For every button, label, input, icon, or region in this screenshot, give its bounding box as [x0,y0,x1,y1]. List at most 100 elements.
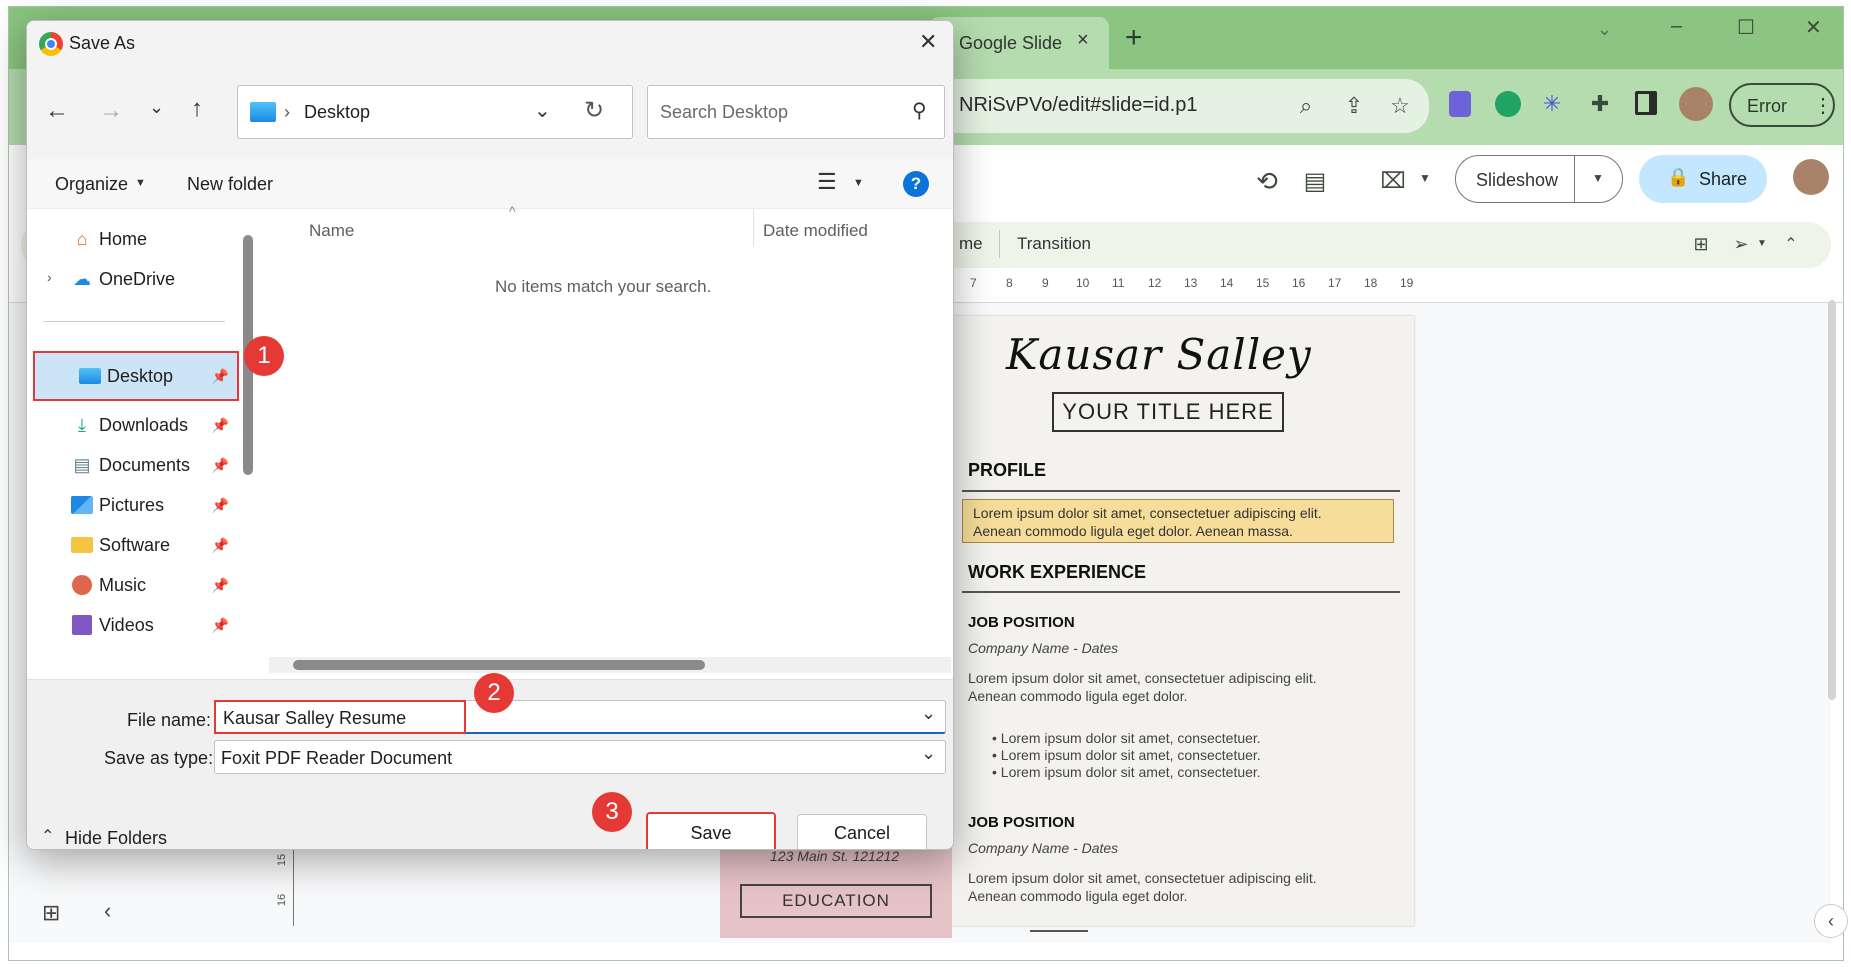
sort-arrow-icon: ^ [509,203,516,219]
ruler-labels: 7 8 9 10 11 12 13 14 15 16 17 18 19 [970,276,1420,296]
chevron-down-icon[interactable]: ⌄ [921,743,936,764]
pin-icon[interactable]: 📌 [212,368,229,385]
title-box: YOUR TITLE HERE [1052,392,1284,432]
comments-icon[interactable]: ▤ [1297,163,1333,199]
file-name-label: File name: [127,710,211,731]
job1-company: Company Name - Dates [968,640,1118,656]
nav-item-videos[interactable]: Videos 📌 [27,603,237,647]
hide-folders-button[interactable]: Hide Folders [65,828,167,849]
close-window-icon[interactable]: ✕ [1805,15,1822,40]
meet-camera-icon[interactable]: ⌧ [1375,163,1411,199]
bullet-item: • Lorem ipsum dolor sit amet, consectetu… [992,747,1261,763]
nav-item-pictures[interactable]: Pictures 📌 [27,483,237,527]
collapse-panel-icon[interactable]: ‹ [104,898,111,924]
ruler-tick: 13 [1184,276,1197,290]
resume-slide[interactable]: Kausar Salley YOUR TITLE HERE PROFILE Lo… [948,316,1414,926]
pin-icon[interactable]: 📌 [212,417,229,434]
maximize-icon[interactable]: ☐ [1737,15,1755,40]
extension-d-icon[interactable] [1449,91,1471,117]
desktop-folder-icon [77,365,103,387]
share-label: Share [1699,169,1747,190]
chevron-down-icon[interactable]: ⌄ [534,98,551,123]
column-header-date[interactable]: Date modified [763,221,868,241]
grid-view-icon[interactable]: ⊞ [42,900,60,926]
share-button[interactable]: 🔒 Share [1639,155,1767,203]
select-pointer-icon[interactable]: ➢ [1727,230,1755,258]
pointer-dropdown-icon[interactable]: ▼ [1757,238,1767,249]
back-arrow-icon[interactable]: ← [45,97,69,125]
error-button[interactable]: Error ⋮ [1729,83,1835,127]
nav-item-documents[interactable]: ▤ Documents 📌 [27,443,237,487]
vertical-scrollbar[interactable] [1828,300,1836,700]
breadcrumb-desktop[interactable]: Desktop [304,102,370,123]
nav-divider [43,321,225,322]
chevron-up-icon[interactable]: ⌃ [41,826,54,846]
new-folder-button[interactable]: New folder [187,174,273,195]
search-input[interactable]: Search Desktop ⚲ [647,85,945,139]
work-rule [962,591,1400,593]
pin-icon[interactable]: 📌 [212,537,229,554]
insert-image-icon[interactable]: ⊞ [1687,230,1715,258]
bookmark-star-icon[interactable]: ☆ [1385,91,1415,121]
pin-icon[interactable]: 📌 [212,457,229,474]
collapse-icon[interactable]: ⌃ [1777,230,1805,258]
horizontal-scrollbar-thumb[interactable] [293,660,705,670]
breadcrumb[interactable]: › Desktop ⌄ ↻ [237,85,633,139]
refresh-icon[interactable]: ↻ [584,96,604,125]
slideshow-dropdown-icon[interactable]: ▼ [1592,171,1604,185]
organize-button[interactable]: Organize [55,174,128,195]
up-arrow-icon[interactable]: ↑ [191,95,203,123]
help-icon[interactable]: ? [903,171,929,197]
side-panel-icon[interactable] [1635,91,1657,115]
chevron-right-icon[interactable]: › [47,269,52,285]
cancel-button[interactable]: Cancel [797,814,927,850]
nav-item-software[interactable]: Software 📌 [27,523,237,567]
column-header-name[interactable]: Name [309,221,354,241]
close-icon[interactable]: ✕ [919,29,937,55]
toolbar-divider [999,230,1000,258]
address-bar[interactable]: NRiSvPVo/edit#slide=id.p1 ⌕ ⇪ ☆ [909,79,1429,133]
file-name-field[interactable]: Kausar Salley Resume ⌄ [214,700,946,734]
forward-arrow-icon[interactable]: → [99,97,123,125]
pin-icon[interactable]: 📌 [212,617,229,634]
share-page-icon[interactable]: ⇪ [1339,91,1369,121]
nav-item-music[interactable]: Music 📌 [27,563,237,607]
theme-menu-partial[interactable]: me [959,234,983,254]
chevron-down-icon[interactable]: ⌄ [921,703,936,724]
nav-item-onedrive[interactable]: › ☁ OneDrive [27,257,237,301]
nav-item-desktop[interactable]: Desktop 📌 [33,351,239,401]
version-history-icon[interactable]: ⟲ [1249,163,1285,199]
extension-star-icon[interactable]: ✳ [1537,89,1567,119]
account-avatar[interactable] [1793,159,1829,195]
navigation-pane: ⌂ Home › ☁ OneDrive Desktop 📌 ⤓ Download… [27,209,265,679]
tab-close-icon[interactable]: × [1077,29,1089,52]
zoom-icon[interactable]: ⌕ [1291,91,1321,121]
profile-avatar[interactable] [1679,87,1713,121]
nav-item-home[interactable]: ⌂ Home [27,217,237,261]
ruler-tick: 10 [1076,276,1089,290]
view-dropdown-icon[interactable]: ▼ [853,177,864,189]
chevron-down-icon[interactable]: ⌄ [1597,19,1612,40]
organize-dropdown-icon[interactable]: ▼ [135,177,146,189]
pin-icon[interactable]: 📌 [212,497,229,514]
new-tab-button[interactable]: + [1125,21,1143,55]
meet-dropdown-icon[interactable]: ▼ [1419,171,1431,185]
tab-google-slides[interactable]: Google Slide × [929,17,1109,69]
minimize-icon[interactable]: – [1671,15,1682,38]
save-button[interactable]: Save [646,812,776,850]
save-type-select[interactable]: Foxit PDF Reader Document ⌄ [214,740,946,774]
grammarly-icon[interactable] [1495,91,1521,117]
ruler-tick: 9 [1042,276,1049,290]
pin-icon[interactable]: 📌 [212,577,229,594]
slideshow-button[interactable]: Slideshow ▼ [1455,155,1623,203]
desktop-folder-icon [250,102,276,122]
ruler-tick: 15 [1256,276,1269,290]
transition-button[interactable]: Transition [1017,234,1091,254]
nav-item-downloads[interactable]: ⤓ Downloads 📌 [27,403,237,447]
horizontal-scrollbar-track [269,657,951,673]
extensions-puzzle-icon[interactable]: ✚ [1585,89,1615,119]
side-panel-toggle-icon[interactable]: ‹ [1814,904,1848,938]
view-options-icon[interactable]: ☰ [817,169,837,195]
recent-locations-icon[interactable]: ⌄ [149,97,164,118]
job1-desc-line-2: Aenean commodo ligula eget dolor. [968,688,1187,704]
